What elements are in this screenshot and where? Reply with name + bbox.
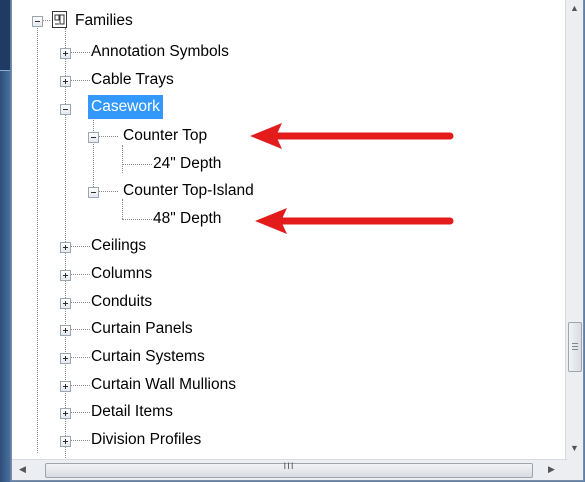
scroll-right-button[interactable]: ▶ [543, 461, 560, 478]
scroll-down-button[interactable]: ▼ [566, 440, 583, 457]
tree-connector [70, 52, 90, 53]
tree-connector [37, 28, 38, 453]
tree-connector [98, 136, 118, 137]
annotation-arrow [250, 123, 454, 149]
tree-connector [93, 118, 94, 193]
scrollbar-corner [565, 460, 583, 480]
scroll-grip: III [283, 462, 295, 472]
collapse-icon[interactable] [88, 132, 99, 143]
tree-connector [70, 80, 90, 81]
tree-connector [70, 440, 90, 441]
collapse-icon[interactable] [32, 16, 43, 27]
horizontal-scroll-thumb[interactable]: III [45, 462, 533, 478]
collapse-icon[interactable] [88, 187, 99, 198]
adjacent-panel-header [0, 0, 10, 71]
adjacent-panel-edge [0, 0, 10, 482]
scroll-up-button[interactable]: ▲ [566, 0, 583, 17]
scroll-grip [572, 343, 578, 344]
tree-connector [122, 164, 152, 165]
tree-connector [122, 219, 152, 220]
tree-connector [70, 246, 90, 247]
vertical-scroll-thumb[interactable] [568, 322, 582, 372]
collapse-icon[interactable] [60, 104, 71, 115]
expand-icon[interactable] [60, 408, 71, 419]
tree-connector [70, 385, 90, 386]
vertical-scrollbar[interactable]: ▲ ▼ [565, 0, 583, 460]
expand-icon[interactable] [60, 436, 71, 447]
expand-icon[interactable] [60, 48, 71, 59]
expand-icon[interactable] [60, 270, 71, 281]
expand-icon[interactable] [60, 353, 71, 364]
scroll-left-button[interactable]: ◀ [14, 461, 31, 478]
scroll-grip [572, 349, 578, 350]
tree-connector [98, 191, 118, 192]
tree-viewport: Families Annotation Symbols Cable Trays … [12, 0, 567, 460]
horizontal-scrollbar[interactable]: ◀ III ▶ [12, 459, 567, 480]
tree-connector [70, 357, 90, 358]
tree-connector [70, 302, 90, 303]
expand-icon[interactable] [60, 298, 71, 309]
tree-connector [42, 20, 50, 21]
expand-icon[interactable] [60, 242, 71, 253]
expand-icon[interactable] [60, 325, 71, 336]
annotation-arrow [255, 208, 454, 234]
expand-icon[interactable] [60, 381, 71, 392]
tree-connector [70, 412, 90, 413]
expand-icon[interactable] [60, 76, 71, 87]
project-browser-tree[interactable]: Families Annotation Symbols Cable Trays … [11, 0, 584, 481]
tree-connector [70, 274, 90, 275]
scroll-grip [572, 346, 578, 347]
families-icon [52, 11, 67, 28]
tree-connector [70, 329, 90, 330]
tree-connector [122, 145, 123, 173]
